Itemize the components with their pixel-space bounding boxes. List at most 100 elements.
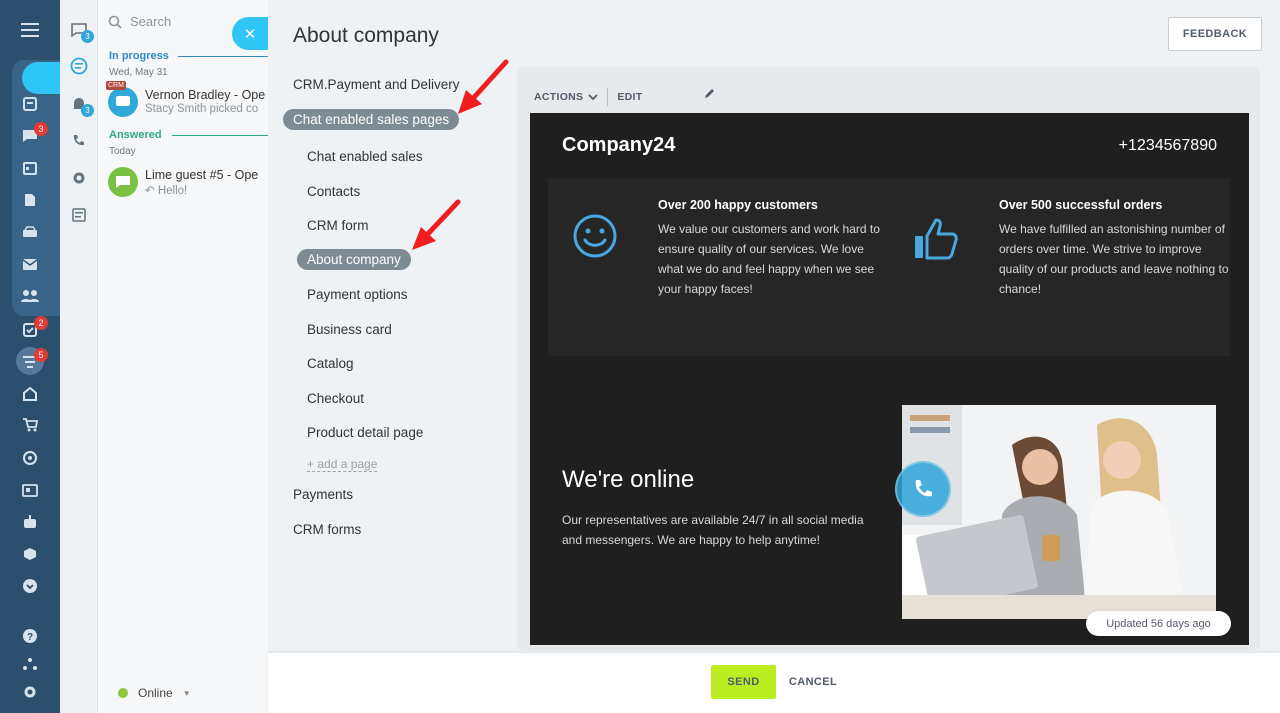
feature-title: Over 500 successful orders [999, 198, 1163, 212]
status-label: Online [138, 686, 173, 700]
avatar [108, 167, 138, 197]
company-brand: Company24 [562, 134, 676, 156]
tree-item-payments[interactable]: Payments [293, 487, 353, 502]
contact-center-icon[interactable] [18, 478, 42, 502]
women-laptop-photo [902, 405, 1216, 619]
more-icon[interactable] [18, 574, 42, 598]
send-button[interactable]: SEND [711, 665, 776, 699]
tree-item-checkout[interactable]: Checkout [307, 391, 364, 406]
tree-item-payment-options[interactable]: Payment options [307, 287, 408, 302]
landing-preview: Company24 +1234567890 Over 200 happy cus… [530, 113, 1249, 645]
chat-preview: ↶ Hello! [145, 183, 187, 197]
crm-tag: CRM [106, 81, 126, 90]
robot-icon[interactable] [18, 510, 42, 534]
pencil-icon[interactable] [704, 87, 716, 99]
chat-item[interactable]: Lime guest #5 - Ope ↶ Hello! [108, 167, 268, 203]
page-title: About company [293, 24, 439, 47]
edit-button[interactable]: EDIT [617, 91, 642, 103]
company-phone: +1234567890 [1118, 137, 1217, 154]
section-in-progress: In progress [109, 50, 169, 62]
chat-preview: Stacy Smith picked co [145, 103, 259, 115]
search-placeholder: Search [130, 14, 172, 29]
tree-item-crm-forms[interactable]: CRM forms [293, 522, 361, 537]
tree-item-about-company[interactable]: About company [297, 249, 411, 270]
feature-title: Over 200 happy customers [658, 198, 818, 212]
chat-item[interactable]: CRM Vernon Bradley - Ope Stacy Smith pic… [106, 81, 268, 123]
slider-panel: About company FEEDBACK CRM.Payment and D… [268, 0, 1280, 713]
chevron-down-icon [588, 93, 598, 100]
sitemap-icon[interactable] [18, 652, 42, 676]
preview-toolbar: ACTIONS EDIT [534, 88, 642, 106]
open-lines-icon[interactable] [68, 55, 90, 77]
date-label: Wed, May 31 [109, 67, 168, 78]
sidebar-active-item[interactable] [22, 62, 60, 94]
section-divider [178, 56, 268, 57]
crm-badge: 5 [34, 348, 48, 362]
preview-container: ACTIONS EDIT Company24 +1234567890 Over … [517, 67, 1260, 650]
shop-icon[interactable] [18, 413, 42, 437]
phone-icon[interactable] [68, 130, 90, 152]
chat-name: Lime guest #5 - Ope [145, 168, 259, 182]
smile-icon [573, 214, 617, 258]
feature-text: We have fulfilled an astonishing number … [999, 222, 1229, 296]
marketing-icon[interactable] [18, 446, 42, 470]
notifications-badge: 3 [81, 104, 94, 117]
cancel-button[interactable]: CANCEL [789, 665, 837, 699]
menu-icon[interactable] [18, 18, 42, 42]
online-status[interactable]: Online ▼ [118, 686, 191, 700]
add-page-link[interactable]: + add a page [307, 457, 378, 472]
main-sidebar: 3 2 5 ? [0, 0, 60, 713]
search-box[interactable]: Search [108, 14, 171, 29]
chat-badge: 3 [34, 122, 48, 136]
online-heading: We're online [562, 466, 695, 493]
apps-icon[interactable] [18, 542, 42, 566]
thumbs-up-icon [915, 218, 958, 260]
tree-item-contacts[interactable]: Contacts [307, 184, 360, 199]
feature-customers: Over 200 happy customers We value our cu… [658, 198, 888, 299]
tree-item-chat-sales[interactable]: Chat enabled sales [307, 149, 423, 164]
feature-text: We value our customers and work hard to … [658, 222, 880, 296]
chat-list-panel: Search In progress Wed, May 31 CRM Verno… [98, 0, 268, 713]
avatar [108, 87, 138, 117]
list-icon[interactable] [68, 204, 90, 226]
call-widget-button[interactable] [895, 461, 951, 517]
tree-item-chat-pages[interactable]: Chat enabled sales pages [283, 109, 460, 130]
feed-icon[interactable] [18, 92, 42, 116]
annotation-arrow-icon [458, 59, 509, 114]
toolbar-divider [607, 88, 609, 106]
online-text: Our representatives are available 24/7 i… [562, 513, 864, 547]
chat-name: Vernon Bradley - Ope [145, 88, 266, 102]
chat-preview-text: Hello! [157, 185, 188, 197]
messenger-sidebar: 3 3 [60, 0, 98, 713]
sites-icon[interactable] [18, 382, 42, 406]
status-dot [118, 688, 128, 698]
section-divider [172, 135, 268, 136]
feedback-button[interactable]: FEEDBACK [1168, 17, 1262, 51]
settings-icon[interactable] [68, 167, 90, 189]
actions-menu[interactable]: ACTIONS [534, 91, 598, 103]
chat-bubble-icon [116, 176, 130, 188]
tree-item-catalog[interactable]: Catalog [307, 356, 354, 371]
date-label: Today [109, 146, 136, 157]
calendar-icon[interactable] [18, 156, 42, 180]
reply-icon: ↶ [145, 185, 158, 197]
settings-icon[interactable] [18, 680, 42, 704]
tree-item-crm-payment[interactable]: CRM.Payment and Delivery [293, 77, 460, 92]
drive-icon[interactable] [18, 220, 42, 244]
open-line-icon [116, 96, 130, 106]
tree-item-product-detail[interactable]: Product detail page [307, 425, 423, 440]
features-block: Over 200 happy customers We value our cu… [548, 178, 1230, 356]
document-icon[interactable] [18, 188, 42, 212]
group-icon[interactable] [18, 284, 42, 308]
help-icon[interactable]: ? [18, 624, 42, 648]
messages-badge: 3 [81, 30, 94, 43]
svg-text:?: ? [27, 632, 33, 643]
feature-orders: Over 500 successful orders We have fulfi… [999, 198, 1229, 299]
annotation-arrow-icon [412, 199, 461, 250]
chevron-down-icon: ▼ [182, 688, 191, 698]
tree-item-crm-form[interactable]: CRM form [307, 218, 369, 233]
tree-item-business-card[interactable]: Business card [307, 322, 392, 337]
mail-icon[interactable] [18, 252, 42, 276]
close-icon: ✕ [243, 25, 257, 43]
close-slider-button[interactable]: ✕ [232, 17, 268, 50]
